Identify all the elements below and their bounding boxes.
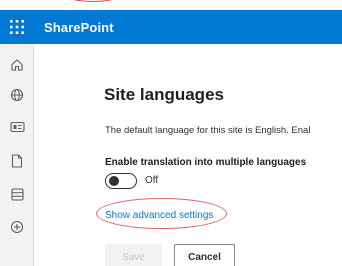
cancel-button[interactable]: Cancel — [174, 244, 235, 266]
appbar-create[interactable] — [0, 212, 34, 242]
globe-icon — [10, 88, 24, 102]
top-frame — [0, 0, 342, 3]
news-icon — [9, 121, 25, 133]
annotation-highlight-arc — [58, 0, 128, 2]
translation-toggle[interactable] — [105, 173, 137, 189]
home-icon — [11, 59, 23, 71]
appbar-lists[interactable] — [0, 179, 34, 209]
default-language-description: The default language for this site is En… — [105, 125, 311, 136]
appbar-home[interactable] — [0, 50, 34, 80]
file-icon — [11, 154, 23, 168]
app-bar — [0, 44, 34, 266]
page-title: Site languages — [104, 85, 224, 104]
show-advanced-settings-link[interactable]: Show advanced settings — [105, 210, 213, 221]
appbar-news[interactable] — [0, 112, 34, 142]
waffle-icon — [10, 20, 24, 34]
list-icon — [10, 187, 24, 201]
settings-panel: Site languages The default language for … — [34, 44, 342, 266]
appbar-globe[interactable] — [0, 80, 34, 110]
toggle-state-text: Off — [145, 175, 159, 186]
add-icon — [10, 220, 24, 234]
toggle-knob — [109, 176, 119, 186]
brand-title[interactable]: SharePoint — [44, 20, 114, 35]
save-button[interactable]: Save — [105, 244, 162, 266]
appbar-files[interactable] — [0, 146, 34, 176]
app-launcher-button[interactable] — [0, 10, 34, 44]
translation-toggle-label: Enable translation into multiple languag… — [105, 157, 307, 168]
suite-bar: SharePoint — [0, 10, 342, 44]
